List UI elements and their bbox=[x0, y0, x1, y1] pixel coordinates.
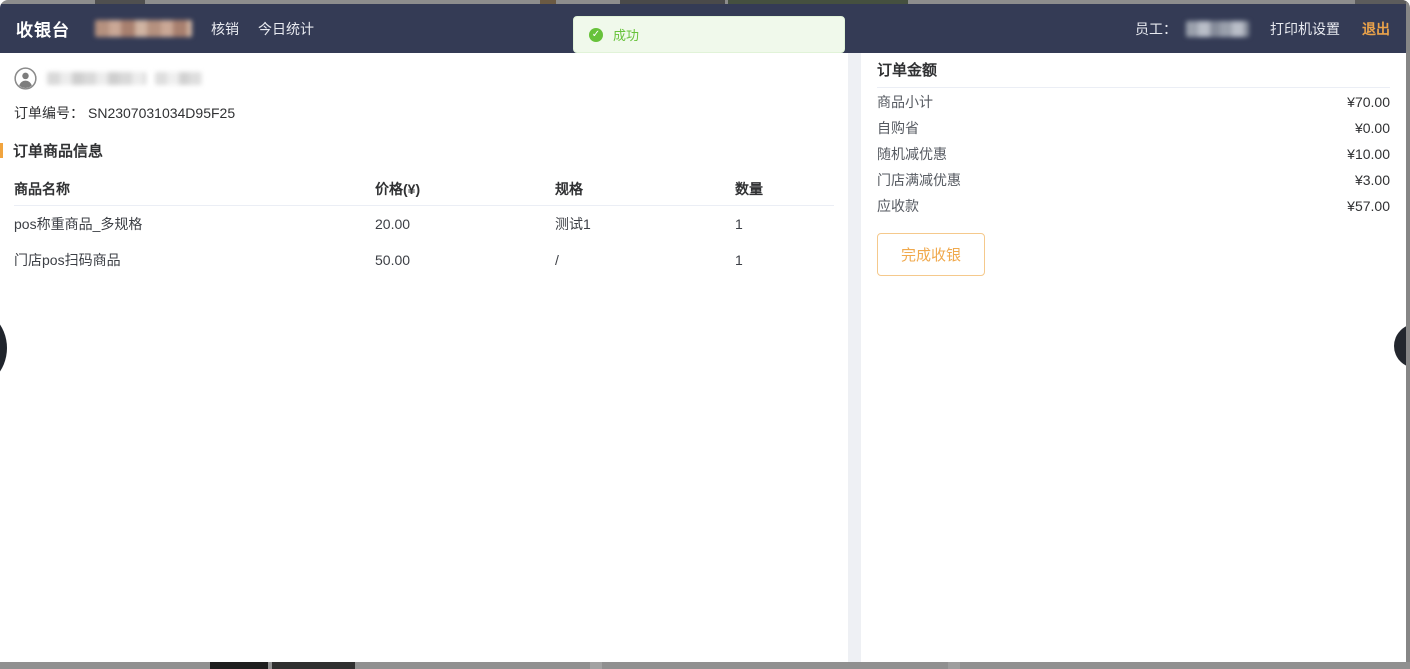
window-top-edge bbox=[0, 0, 1410, 4]
toast-message: 成功 bbox=[613, 25, 639, 44]
table-row: pos称重商品_多规格 20.00 测试1 1 bbox=[14, 206, 834, 242]
cell-spec: / bbox=[555, 252, 735, 268]
redacted-store-name bbox=[95, 20, 192, 37]
redacted-customer-name bbox=[47, 72, 146, 85]
summary-value: ¥57.00 bbox=[1347, 198, 1390, 214]
employee-label: 员工： bbox=[1135, 19, 1177, 39]
goods-table-header: 商品名称 价格(¥) 规格 数量 bbox=[14, 173, 834, 206]
summary-row-store-full-discount: 门店满减优惠 ¥3.00 bbox=[877, 167, 1390, 193]
cell-qty: 1 bbox=[735, 252, 834, 268]
cell-name: 门店pos扫码商品 bbox=[14, 250, 375, 270]
order-amount-panel: 订单金额 商品小计 ¥70.00 自购省 ¥0.00 随机减优惠 ¥10.00 … bbox=[861, 53, 1406, 662]
cell-qty: 1 bbox=[735, 216, 834, 232]
finish-checkout-button[interactable]: 完成收银 bbox=[877, 233, 985, 276]
app-title: 收银台 bbox=[16, 16, 70, 41]
summary-row-self-purchase-saving: 自购省 ¥0.00 bbox=[877, 115, 1390, 141]
window-bottom-edge bbox=[0, 662, 1410, 669]
browser-tab-sliver bbox=[540, 0, 556, 4]
table-row: 门店pos扫码商品 50.00 / 1 bbox=[14, 242, 834, 278]
order-number-value: SN2307031034D95F25 bbox=[88, 105, 235, 121]
logout-button[interactable]: 退出 bbox=[1362, 19, 1390, 39]
cell-price: 50.00 bbox=[375, 252, 555, 268]
pos-cashier-window: 收银台 核销 今日统计 员工： 打印机设置 退出 ✓ 成功 bbox=[0, 0, 1410, 669]
main-area: 订单编号：SN2307031034D95F25 订单商品信息 商品名称 价格(¥… bbox=[0, 53, 1406, 662]
nav-item-today-stats[interactable]: 今日统计 bbox=[258, 19, 314, 39]
taskbar-sliver bbox=[210, 662, 268, 669]
taskbar-sliver bbox=[948, 662, 960, 669]
check-circle-icon: ✓ bbox=[589, 28, 603, 42]
summary-label: 自购省 bbox=[877, 118, 919, 138]
avatar-icon bbox=[14, 67, 37, 90]
taskbar-sliver bbox=[272, 662, 355, 669]
summary-row-subtotal: 商品小计 ¥70.00 bbox=[877, 89, 1390, 115]
summary-label: 商品小计 bbox=[877, 92, 933, 112]
summary-label: 门店满减优惠 bbox=[877, 170, 961, 190]
order-number-line: 订单编号：SN2307031034D95F25 bbox=[14, 103, 834, 123]
goods-section-title: 订单商品信息 bbox=[14, 140, 834, 161]
browser-tab-sliver bbox=[728, 0, 908, 4]
cell-spec: 测试1 bbox=[555, 214, 735, 234]
summary-value: ¥70.00 bbox=[1347, 94, 1390, 110]
browser-tab-sliver bbox=[620, 0, 725, 4]
redacted-employee-name bbox=[1186, 21, 1249, 37]
summary-title: 订单金额 bbox=[877, 53, 1390, 88]
col-header-qty: 数量 bbox=[735, 179, 834, 199]
browser-tab-sliver bbox=[1355, 0, 1410, 4]
customer-row bbox=[14, 66, 834, 90]
summary-row-receivable: 应收款 ¥57.00 bbox=[877, 193, 1390, 219]
summary-value: ¥3.00 bbox=[1355, 172, 1390, 188]
order-detail-panel: 订单编号：SN2307031034D95F25 订单商品信息 商品名称 价格(¥… bbox=[0, 53, 848, 662]
summary-label: 应收款 bbox=[877, 196, 919, 216]
printer-settings-button[interactable]: 打印机设置 bbox=[1270, 19, 1340, 39]
summary-label: 随机减优惠 bbox=[877, 144, 947, 164]
redacted-customer-phone bbox=[155, 72, 202, 85]
order-number-label: 订单编号： bbox=[14, 105, 84, 121]
nav-item-verify[interactable]: 核销 bbox=[211, 19, 239, 39]
window-right-edge bbox=[1406, 2, 1410, 669]
summary-row-random-discount: 随机减优惠 ¥10.00 bbox=[877, 141, 1390, 167]
col-header-spec: 规格 bbox=[555, 179, 735, 199]
goods-section-title-text: 订单商品信息 bbox=[13, 140, 103, 161]
summary-rows: 商品小计 ¥70.00 自购省 ¥0.00 随机减优惠 ¥10.00 门店满减优… bbox=[877, 89, 1390, 219]
panel-divider bbox=[848, 53, 861, 662]
cell-price: 20.00 bbox=[375, 216, 555, 232]
col-header-price: 价格(¥) bbox=[375, 179, 555, 199]
summary-value: ¥0.00 bbox=[1355, 120, 1390, 136]
browser-tab-sliver bbox=[95, 0, 145, 4]
col-header-name: 商品名称 bbox=[14, 179, 375, 199]
taskbar-sliver bbox=[590, 662, 602, 669]
cell-name: pos称重商品_多规格 bbox=[14, 214, 375, 234]
summary-value: ¥10.00 bbox=[1347, 146, 1390, 162]
success-toast: ✓ 成功 bbox=[573, 16, 845, 53]
orange-title-bar bbox=[0, 143, 3, 158]
